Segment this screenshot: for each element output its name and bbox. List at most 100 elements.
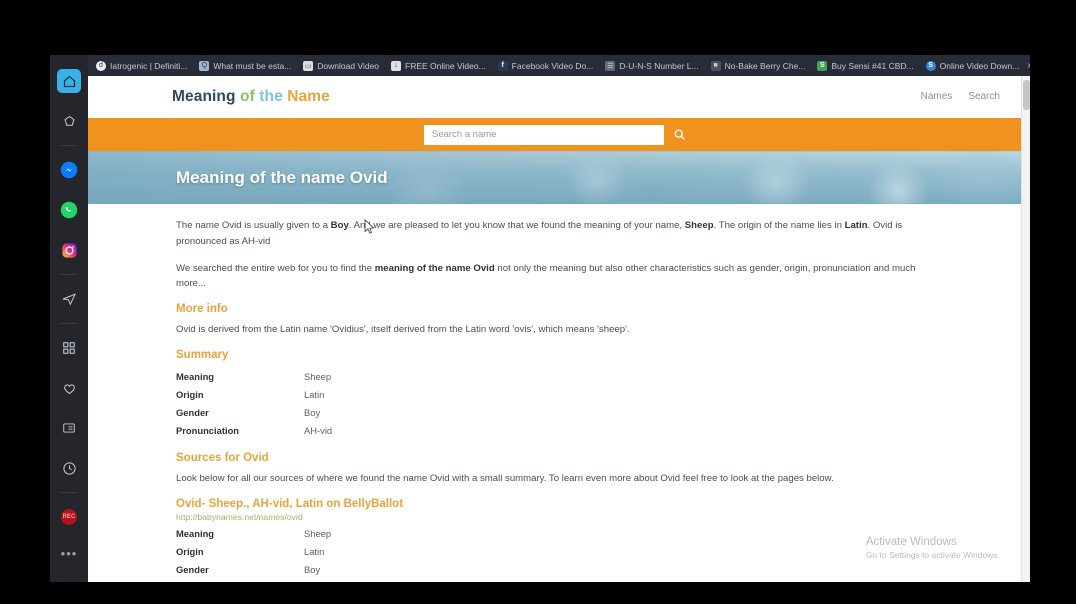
summary-table: Meaning Sheep Origin Latin Gender Boy Pr… xyxy=(176,368,332,440)
browser-sidebar: REC ••• xyxy=(50,55,88,582)
summary-key-pronunciation: Pronunciation xyxy=(176,425,240,437)
sidebar-item-instagram[interactable] xyxy=(57,238,81,262)
bookmarks-overflow-button[interactable]: » xyxy=(1027,60,1030,71)
screen: REC ••• d Iatrogenic | Definiti... Q Wha… xyxy=(0,0,1076,604)
bookmark-label: No-Bake Berry Che... xyxy=(724,60,806,71)
site-logo[interactable]: Meaning of the Name xyxy=(172,88,330,106)
bookmark-label: FREE Online Video... xyxy=(405,60,486,71)
sidebar-divider xyxy=(61,323,77,324)
table-row: Origin Latin xyxy=(176,386,332,404)
sidebar-item-telegram[interactable] xyxy=(57,287,81,311)
more-info-heading: More info xyxy=(176,303,228,316)
bookmark-item[interactable]: ↓ FREE Online Video... xyxy=(387,55,494,76)
telegram-icon xyxy=(62,293,76,306)
more-info-text: Ovid is derived from the Latin name 'Ovi… xyxy=(176,324,630,336)
intro-bold-origin: Latin xyxy=(844,220,868,231)
blue-s-icon: S xyxy=(925,60,936,71)
nav-item-names[interactable]: Names xyxy=(921,91,953,102)
site-header: Meaning of the Name Names Search xyxy=(88,76,1030,118)
star-icon xyxy=(64,115,74,126)
whatsapp-icon xyxy=(60,201,78,219)
table-row: Pronunciation AH-vid xyxy=(176,422,332,440)
logo-word-the: the xyxy=(259,87,283,105)
logo-word-meaning: Meaning xyxy=(172,87,236,105)
summary-value-meaning: Sheep xyxy=(304,371,332,383)
summary-value-origin: Latin xyxy=(304,389,325,401)
messenger-icon xyxy=(60,161,78,179)
browser-pane: d Iatrogenic | Definiti... Q What must b… xyxy=(88,55,1030,582)
search-bold: meaning of the name Ovid xyxy=(374,262,495,274)
bookmarks-bar: d Iatrogenic | Definiti... Q What must b… xyxy=(88,55,1030,76)
apps-grid-icon xyxy=(63,342,75,354)
source-key-origin: Origin xyxy=(176,545,204,557)
summary-key-meaning: Meaning xyxy=(176,371,215,383)
sidebar-item-record[interactable]: REC xyxy=(57,505,81,529)
search-input[interactable] xyxy=(424,124,664,145)
site-search-bar xyxy=(88,118,1030,151)
bookmark-item[interactable]: ▭ Download Video xyxy=(299,55,387,76)
bookmark-label: D-U-N-S Number L... xyxy=(619,60,699,71)
dictionary-icon: d xyxy=(96,60,106,71)
home-icon xyxy=(63,75,75,87)
summary-value-gender: Boy xyxy=(304,407,321,419)
sidebar-item-apps[interactable] xyxy=(57,336,81,360)
page-content: The name Ovid is usually given to a Boy.… xyxy=(88,204,1030,579)
source-table: Meaning Sheep Origin Latin Gender Boy xyxy=(176,525,331,579)
page-icon: ☰ xyxy=(605,60,616,71)
summary-key-origin: Origin xyxy=(176,389,204,401)
bookmark-item[interactable]: d Iatrogenic | Definiti... xyxy=(92,55,195,76)
intro-text-1: The name Ovid is usually given to a xyxy=(176,220,331,231)
source-link-title[interactable]: Ovid- Sheep., AH-vid, Latin on BellyBall… xyxy=(176,498,942,510)
table-row: Gender Boy xyxy=(176,561,331,579)
facebook-icon: f xyxy=(497,60,508,71)
bookmark-item[interactable]: S Online Video Down... xyxy=(922,55,1028,76)
history-clock-icon xyxy=(62,461,76,475)
source-value-origin: Latin xyxy=(304,545,325,557)
sidebar-item-history[interactable] xyxy=(57,456,81,480)
sidebar-item-favorites[interactable] xyxy=(57,109,81,133)
document-icon: ▭ xyxy=(303,60,314,71)
intro-text-3: . The origin of the name lies in xyxy=(713,220,845,231)
download-icon: ↓ xyxy=(391,60,402,71)
bookmark-item[interactable]: S Buy Sensi #41 CBD... xyxy=(813,55,921,76)
heart-icon xyxy=(63,383,75,394)
summary-key-gender: Gender xyxy=(176,407,209,419)
table-row: Meaning Sheep xyxy=(176,368,332,386)
leaf-icon: S xyxy=(817,60,828,71)
sidebar-more-button[interactable]: ••• xyxy=(61,547,78,560)
intro-bold-gender: Boy xyxy=(330,220,349,231)
sidebar-item-notes[interactable] xyxy=(57,416,81,440)
recipe-icon: ■ xyxy=(710,60,721,71)
bookmark-item[interactable]: ☰ D-U-N-S Number L... xyxy=(601,55,706,76)
hero-banner: Meaning of the name Ovid xyxy=(88,151,1030,204)
source-key-gender: Gender xyxy=(176,563,209,575)
sidebar-item-home[interactable] xyxy=(57,69,81,93)
sidebar-item-likes[interactable] xyxy=(57,376,81,400)
web-page: Meaning of the Name Names Search Search … xyxy=(88,76,1030,582)
intro-paragraph: The name Ovid is usually given to a Boy.… xyxy=(176,218,931,250)
notes-icon xyxy=(63,423,75,433)
source-link-url[interactable]: http://babynames.net/names/ovid xyxy=(176,512,942,522)
bookmark-item[interactable]: ■ No-Bake Berry Che... xyxy=(707,55,814,76)
bookmark-label: What must be esta... xyxy=(213,60,292,71)
table-row: Meaning Sheep xyxy=(176,525,331,543)
browser-window: REC ••• d Iatrogenic | Definiti... Q Wha… xyxy=(50,55,1030,582)
sidebar-divider xyxy=(61,274,77,275)
bookmark-label: Iatrogenic | Definiti... xyxy=(110,60,188,71)
page-scrollbar-thumb[interactable] xyxy=(1023,80,1030,110)
intro-text-2: . And we are pleased to let you know tha… xyxy=(348,220,685,231)
page-scrollbar[interactable] xyxy=(1021,76,1030,582)
source-key-meaning: Meaning xyxy=(176,527,215,539)
nav-item-search[interactable]: Search xyxy=(968,91,1000,102)
search-submit-button[interactable] xyxy=(664,124,694,145)
search-form xyxy=(424,124,694,145)
bookmark-item[interactable]: f Facebook Video Do... xyxy=(494,55,602,76)
sidebar-divider xyxy=(61,145,77,146)
source-value-gender: Boy xyxy=(304,563,321,575)
record-icon: REC xyxy=(61,509,77,525)
bookmark-item[interactable]: Q What must be esta... xyxy=(195,55,299,76)
sidebar-item-messenger[interactable] xyxy=(57,158,81,182)
sidebar-item-whatsapp[interactable] xyxy=(57,198,81,222)
logo-word-name: Name xyxy=(287,87,330,105)
bookmark-label: Download Video xyxy=(317,60,380,71)
